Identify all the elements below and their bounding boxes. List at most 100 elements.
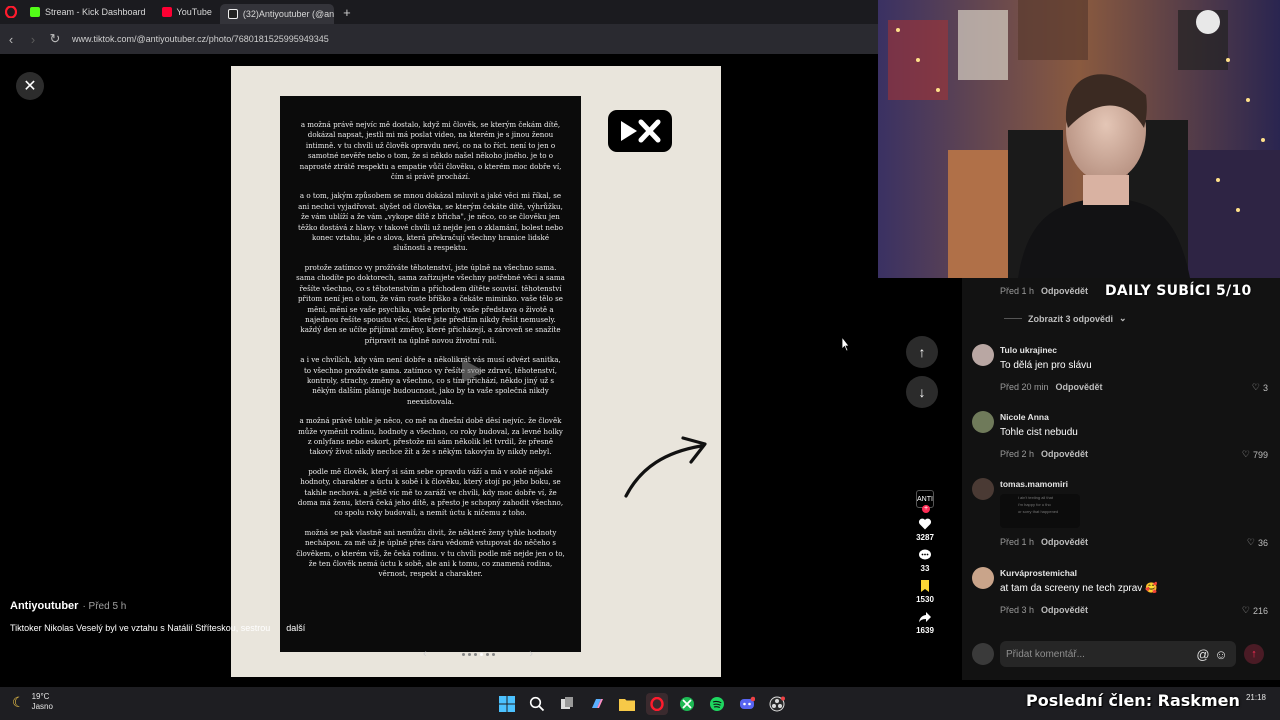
comment-input[interactable] — [1006, 648, 1194, 660]
emoji-icon[interactable]: ☺ — [1212, 647, 1230, 662]
discord-icon[interactable] — [736, 693, 758, 715]
comment-user[interactable]: tomas.mamomiri — [1000, 479, 1068, 489]
kick-favicon-icon — [30, 7, 40, 17]
comment-like-button[interactable]: ♡ 799 — [1242, 449, 1268, 460]
user-avatar[interactable] — [972, 344, 994, 366]
view-replies-button[interactable]: Zobrazit 3 odpovědi ⌄ — [1004, 313, 1127, 324]
like-action[interactable]: 3287 — [916, 517, 934, 542]
photo-dots — [461, 652, 495, 656]
reply-button[interactable]: Odpovědět — [1041, 449, 1088, 459]
last-member-overlay: Poslední člen: Raskmen — [1026, 691, 1240, 710]
user-avatar[interactable] — [972, 411, 994, 433]
comment-input-box[interactable]: @ ☺ — [1000, 641, 1236, 667]
post-author[interactable]: Antiyoutuber — [10, 600, 78, 612]
back-button[interactable]: ‹ — [0, 24, 22, 54]
tiktok-photo-viewer: ✕ a možná právě nejvíc mě dostalo, když … — [0, 54, 962, 686]
photo-dot-active[interactable] — [479, 652, 483, 656]
system-tray-clock[interactable]: 21:18 — [1246, 693, 1266, 703]
spotify-icon[interactable] — [706, 693, 728, 715]
close-button[interactable]: ✕ — [16, 72, 44, 100]
reply-button[interactable]: Odpovědět — [1041, 605, 1088, 615]
moon-icon: ☾ — [12, 693, 25, 710]
comment-like-button[interactable]: ♡ 3 — [1252, 382, 1268, 393]
comment-time: Před 2 h — [1000, 449, 1035, 459]
antiyoutuber-logo-icon — [608, 110, 672, 152]
photo-dot[interactable] — [473, 652, 477, 656]
search-icon[interactable] — [526, 693, 548, 715]
photo-post[interactable]: a možná právě nejvíc mě dostalo, když mi… — [231, 66, 721, 677]
like-count: 3287 — [916, 533, 934, 542]
comment-time: Před 20 min — [1000, 382, 1049, 392]
comment-user[interactable]: Kurváprostemichal — [1000, 568, 1077, 578]
more-link[interactable]: další — [286, 623, 305, 633]
send-comment-button[interactable]: ↑ — [1244, 644, 1264, 664]
copilot-icon[interactable] — [586, 693, 608, 715]
user-avatar[interactable] — [972, 478, 994, 500]
save-action[interactable]: 1530 — [916, 579, 934, 604]
opera-logo-icon[interactable] — [0, 0, 22, 24]
post-description: Tiktoker Nikolas Veselý byl ve vztahu s … — [10, 623, 271, 633]
comment-action[interactable]: 33 — [918, 548, 932, 573]
daily-subs-overlay: DAILY SUBÍCI 5/10 — [1105, 283, 1252, 299]
comment-like-button[interactable]: ♡ 36 — [1247, 537, 1268, 548]
save-count: 1530 — [916, 595, 934, 604]
creator-avatar[interactable]: ANTI + — [916, 490, 934, 513]
photo-dot[interactable] — [485, 652, 489, 656]
my-avatar — [972, 643, 994, 665]
heart-outline-icon: ♡ — [1241, 449, 1250, 459]
windows-start-icon[interactable] — [496, 693, 518, 715]
reply-button[interactable]: Odpovědět — [1041, 286, 1088, 296]
comment-like-count: 3 — [1262, 382, 1268, 393]
reply-button[interactable]: Odpovědět — [1041, 537, 1088, 547]
webcam-image — [878, 0, 1280, 278]
clock-time: 21:18 — [1245, 693, 1266, 702]
task-view-icon[interactable] — [556, 693, 578, 715]
next-post-button[interactable]: ↓ — [906, 376, 938, 408]
weather-temp: 19°C — [31, 692, 50, 701]
tab-youtube[interactable]: YouTube — [154, 2, 220, 22]
file-explorer-icon[interactable] — [616, 693, 638, 715]
reply-button[interactable]: Odpovědět — [1056, 382, 1103, 392]
previous-post-button[interactable]: ↑ — [906, 336, 938, 368]
photo-dot[interactable] — [461, 652, 465, 656]
heart-outline-icon: ♡ — [1246, 537, 1255, 547]
comment-like-button[interactable]: ♡ 216 — [1242, 605, 1268, 616]
mention-icon[interactable]: @ — [1194, 647, 1212, 662]
comment-user[interactable]: Tulo ukrajinec — [1000, 345, 1057, 355]
comment-item: Kurváprostemichal at tam da screeny ne t… — [972, 567, 1268, 617]
tab-tiktok-active[interactable]: (32)Antiyoutuber (@antiy — [219, 4, 334, 24]
user-avatar[interactable] — [972, 567, 994, 589]
comment-item: tomas.mamomiri i ain't texting all that … — [972, 478, 1268, 550]
comment-image-attachment[interactable]: i ain't texting all that i'm happy for u… — [1000, 494, 1080, 528]
next-photo-button[interactable]: › — [529, 648, 533, 660]
obs-icon[interactable] — [766, 693, 788, 715]
follow-plus-icon[interactable]: + — [922, 505, 930, 513]
share-action[interactable]: 1639 — [916, 610, 934, 635]
note-paragraph: podle mě člověk, který si sám sebe oprav… — [297, 466, 564, 518]
screen: Stream - Kick Dashboard YouTube (32)Anti… — [0, 0, 1280, 720]
mouse-cursor-icon — [841, 336, 850, 352]
photo-dot[interactable] — [467, 652, 471, 656]
comment-text: Tohle cist nebudu — [1000, 427, 1078, 438]
opera-gx-icon[interactable] — [646, 693, 668, 715]
photo-pager: ‹ › — [423, 646, 533, 662]
prev-photo-button[interactable]: ‹ — [423, 648, 427, 660]
url-field[interactable]: www.tiktok.com/@antiyoutuber.cz/photo/76… — [72, 34, 329, 44]
tab-label: Stream - Kick Dashboard — [45, 7, 146, 17]
weather-widget[interactable]: ☾ 19°C Jasno — [12, 692, 53, 712]
note-paragraph: a možná právě nejvíc mě dostalo, když mi… — [299, 120, 562, 182]
heart-icon — [918, 518, 932, 530]
xbox-icon[interactable] — [676, 693, 698, 715]
tab-label: (32)Antiyoutuber (@antiy — [242, 9, 334, 19]
play-icon[interactable] — [456, 356, 486, 386]
taskbar-apps — [496, 693, 788, 715]
photo-dot[interactable] — [491, 652, 495, 656]
attachment-line: or sorry that happened — [1018, 509, 1059, 514]
forward-button[interactable]: › — [22, 24, 44, 54]
divider — [1004, 318, 1022, 319]
tab-kick-dashboard[interactable]: Stream - Kick Dashboard — [22, 2, 154, 22]
address-bar: ‹ › ↻ www.tiktok.com/@antiyoutuber.cz/ph… — [0, 24, 878, 54]
reload-button[interactable]: ↻ — [44, 24, 66, 54]
comment-user[interactable]: Nicole Anna — [1000, 412, 1049, 422]
new-tab-button[interactable]: + — [338, 3, 356, 21]
